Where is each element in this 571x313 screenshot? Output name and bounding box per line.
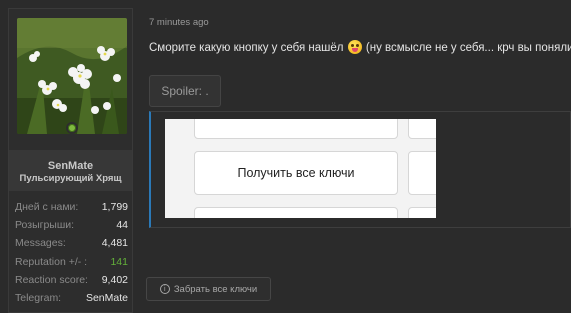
- user-name-block: SenMate Пульсирующий Хрящ: [9, 150, 132, 191]
- stat-label: Reputation +/- :: [15, 255, 88, 268]
- stuck-out-tongue-emoji-icon: [347, 40, 362, 54]
- screenshot-get-all-keys-button: Получить все ключи: [194, 151, 398, 195]
- stat-label: Messages:: [15, 237, 66, 250]
- message-text: Сморите какую кнопку у себя нашёл (ну вс…: [149, 40, 571, 54]
- collect-all-keys-label: Забрать все ключи: [173, 283, 258, 295]
- spoiler-toggle-button[interactable]: Spoiler: .: [149, 75, 221, 107]
- stat-label: Розыгрыши:: [15, 219, 75, 232]
- stat-value: 1,799: [101, 201, 128, 214]
- username[interactable]: SenMate: [9, 160, 132, 173]
- screenshot-button-top-right: [408, 119, 436, 139]
- screenshot-button-bottom-right: [408, 207, 436, 218]
- avatar-image: [17, 18, 127, 134]
- message-text-before: Сморите какую кнопку у себя нашёл: [149, 42, 344, 54]
- screenshot-button-bottom: [194, 207, 398, 218]
- avatar-container: [9, 9, 132, 149]
- screenshot-button-top: [194, 119, 398, 139]
- stat-label: Telegram:: [15, 292, 62, 305]
- stat-row-giveaways: Розыгрыши: 44: [15, 216, 128, 234]
- spoiler-screenshot-image[interactable]: Получить все ключи: [165, 119, 436, 218]
- avatar[interactable]: [17, 18, 127, 134]
- user-stats: Дней с нами: 1,799 Розыгрыши: 44 Message…: [15, 198, 128, 307]
- stat-value[interactable]: SenMate: [86, 292, 128, 304]
- online-status-indicator: [66, 122, 78, 134]
- stat-value: 9,402: [101, 273, 128, 286]
- stat-value: 4,481: [101, 237, 128, 250]
- stat-label: Reaction score:: [15, 273, 88, 286]
- message-text-after: (ну всмысле не у себя... крч вы поняли): [365, 42, 571, 54]
- message-timestamp[interactable]: 7 minutes ago: [149, 17, 209, 28]
- stat-row-reaction-score: Reaction score: 9,402: [15, 271, 128, 289]
- user-card: SenMate Пульсирующий Хрящ Дней с нами: 1…: [8, 8, 133, 313]
- stat-row-days: Дней с нами: 1,799: [15, 198, 128, 216]
- screenshot-button-middle-right: [408, 151, 436, 195]
- collect-all-keys-button[interactable]: i Забрать все ключи: [146, 277, 271, 301]
- stat-label: Дней с нами:: [15, 201, 79, 214]
- stat-row-telegram: Telegram: SenMate: [15, 289, 128, 307]
- stat-row-messages: Messages: 4,481: [15, 234, 128, 252]
- spoiler-content: Получить все ключи: [149, 111, 571, 228]
- user-title: Пульсирующий Хрящ: [19, 173, 122, 184]
- stat-row-reputation: Reputation +/- : 141: [15, 253, 128, 271]
- stat-value: 44: [116, 219, 128, 232]
- info-icon: i: [159, 284, 170, 294]
- stat-value: 141: [110, 255, 128, 268]
